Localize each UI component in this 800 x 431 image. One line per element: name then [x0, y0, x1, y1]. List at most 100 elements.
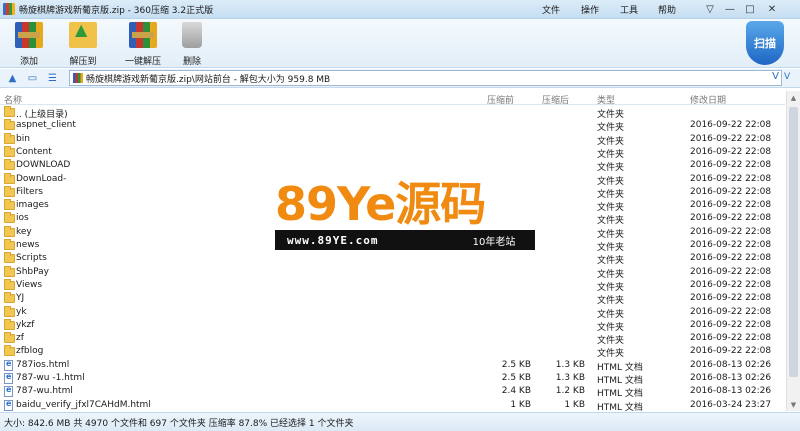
file-list: .. (上级目录) 文件夹 aspnet_client 文件夹 2016-09-22 2…	[0, 106, 785, 411]
modified-date: 2016-09-22 22:08	[690, 120, 772, 131]
folder-icon	[4, 332, 15, 344]
menu-tools[interactable]: 工具	[620, 0, 638, 19]
file-type: 文件夹	[597, 296, 625, 307]
address-bar: ▲ ▭ ☰ 畅旋棋牌游戏新葡京版.zip\网站前台 - 解包大小为 959.8 …	[0, 69, 800, 88]
original-size: 2.5 KB	[501, 373, 531, 383]
col-original-size[interactable]: 压缩前	[487, 93, 514, 106]
packed-size: 1.3 KB	[555, 359, 585, 370]
file-name: news	[16, 240, 40, 250]
table-row[interactable]: DOWNLOAD 文件夹 2016-09-22 22:08	[0, 159, 785, 174]
modified-date: 2016-09-22 22:08	[690, 146, 772, 157]
add-button[interactable]: 添加	[4, 21, 54, 67]
address-field[interactable]: 畅旋棋牌游戏新葡京版.zip\网站前台 - 解包大小为 959.8 MB V	[69, 70, 782, 86]
list-view-icon[interactable]: ☰	[46, 72, 59, 84]
folder-icon	[4, 278, 15, 290]
modified-date: 2016-03-24 23:27	[690, 399, 772, 410]
file-name: 787-wu.html	[16, 386, 73, 397]
status-text: 大小: 842.6 MB 共 4970 个文件和 697 个文件夹 压缩率 87…	[4, 418, 354, 429]
file-type: 文件夹	[597, 322, 625, 333]
folder-icon	[4, 199, 15, 211]
col-modified[interactable]: 修改日期	[690, 93, 726, 106]
list-header: 名称 压缩前 压缩后 类型 修改日期	[0, 91, 785, 106]
scroll-up-icon[interactable]: ▲	[787, 91, 800, 104]
table-row[interactable]: aspnet_client 文件夹 2016-09-22 22:08	[0, 119, 785, 134]
table-row[interactable]: baidu_verify_jfxl7CAHdM.html 1 KB 1 KB HTML…	[0, 399, 785, 411]
file-type: 文件夹	[597, 269, 625, 280]
html-file-icon	[4, 399, 13, 411]
modified-date: 2016-09-22 22:08	[690, 133, 772, 144]
table-row[interactable]: yk 文件夹 2016-09-22 22:08	[0, 305, 785, 320]
file-name: DOWNLOAD	[16, 160, 71, 171]
menu-operate[interactable]: 操作	[581, 0, 599, 19]
scan-button[interactable]: 扫描	[745, 20, 785, 66]
scroll-down-icon[interactable]: ▼	[787, 398, 800, 411]
col-name[interactable]: 名称	[4, 93, 22, 106]
file-type: HTML 文档	[597, 402, 643, 411]
table-row[interactable]: YJ 文件夹 2016-09-22 22:08	[0, 292, 785, 307]
table-row[interactable]: 787-wu.html 2.4 KB 1.2 KB HTML 文档 2016-08-13…	[0, 385, 785, 399]
table-row[interactable]: ykzf 文件夹 2016-09-22 22:08	[0, 318, 785, 333]
modified-date: 2016-09-22 22:08	[690, 240, 772, 250]
file-name: DownLoad-	[16, 173, 67, 184]
folder-icon	[4, 318, 15, 330]
table-row[interactable]: ShbPay 文件夹 2016-09-22 22:08	[0, 265, 785, 280]
col-type[interactable]: 类型	[597, 93, 615, 106]
extract-to-icon	[69, 20, 97, 48]
file-type: 文件夹	[597, 123, 625, 134]
app-icon	[3, 3, 15, 15]
file-type: 文件夹	[597, 163, 625, 174]
modified-date: 2016-09-22 22:08	[690, 253, 772, 264]
minimize-icon[interactable]: —	[722, 1, 738, 18]
scroll-thumb[interactable]	[789, 107, 798, 377]
packed-size: 1.3 KB	[555, 373, 585, 383]
title-bar: 畅旋棋牌游戏新葡京版.zip - 360压缩 3.2正式版	[0, 0, 800, 19]
one-click-extract-button[interactable]: 一键解压	[118, 21, 168, 67]
table-row[interactable]: zfblog 文件夹 2016-09-22 22:08	[0, 345, 785, 359]
go-button[interactable]: V	[784, 72, 790, 82]
modified-date: 2016-09-22 22:08	[690, 213, 772, 224]
one-click-extract-label: 一键解压	[124, 57, 161, 67]
close-icon[interactable]: ✕	[764, 1, 780, 18]
table-row[interactable]: bin 文件夹 2016-09-22 22:08	[0, 132, 785, 147]
file-name: ShbPay	[16, 266, 49, 277]
address-dropdown-icon[interactable]: V	[772, 71, 779, 82]
add-button-label: 添加	[19, 57, 38, 67]
file-type: HTML 文档	[597, 362, 643, 373]
file-type: 文件夹	[597, 203, 625, 214]
folder-icon	[4, 145, 15, 157]
file-name: Views	[16, 279, 43, 290]
shield-icon: 扫描	[746, 21, 784, 65]
delete-button[interactable]: 删除	[167, 21, 217, 67]
table-row[interactable]: Content 文件夹 2016-09-22 22:08	[0, 145, 785, 160]
trash-icon	[182, 22, 202, 48]
table-row[interactable]: Scripts 文件夹 2016-09-22 22:08	[0, 252, 785, 266]
watermark-age: 10年老站	[459, 232, 529, 248]
modified-date: 2016-09-22 22:08	[690, 293, 772, 304]
modified-date: 2016-09-22 22:08	[690, 306, 772, 317]
table-row[interactable]: Views 文件夹 2016-09-22 22:08	[0, 278, 785, 293]
vertical-scrollbar[interactable]: ▲ ▼	[786, 91, 800, 411]
menu-file[interactable]: 文件	[542, 0, 560, 19]
modified-date: 2016-09-22 22:08	[690, 173, 772, 184]
table-row[interactable]: 787ios.html 2.5 KB 1.3 KB HTML 文档 2016-08-13…	[0, 359, 785, 373]
watermark: 89Ye源码 www.89YE.com 10年老站	[275, 178, 535, 250]
folder-icon	[4, 119, 15, 131]
folder-icon	[4, 225, 15, 237]
table-row[interactable]: zf 文件夹 2016-09-22 22:08	[0, 332, 785, 346]
col-packed-size[interactable]: 压缩后	[542, 93, 569, 106]
file-name: 787ios.html	[16, 359, 70, 370]
up-arrow-icon[interactable]: ▲	[6, 72, 19, 84]
extract-to-button[interactable]: 解压到	[58, 20, 108, 67]
maximize-icon[interactable]: □	[742, 1, 758, 18]
folder-icon	[4, 106, 15, 117]
view-mode-icon[interactable]: ▭	[26, 72, 39, 84]
table-row[interactable]: .. (上级目录) 文件夹	[0, 106, 785, 120]
file-type: 文件夹	[597, 189, 625, 200]
file-name: Filters	[16, 186, 43, 197]
menu-help[interactable]: 帮助	[658, 0, 676, 19]
table-row[interactable]: 787-wu -1.html 2.5 KB 1.3 KB HTML 文档 2016-08…	[0, 372, 785, 386]
window-title: 畅旋棋牌游戏新葡京版.zip - 360压缩 3.2正式版	[19, 5, 214, 16]
folder-icon	[4, 185, 15, 197]
skin-icon[interactable]: ▽	[702, 1, 718, 18]
original-size: 1 KB	[510, 399, 531, 410]
